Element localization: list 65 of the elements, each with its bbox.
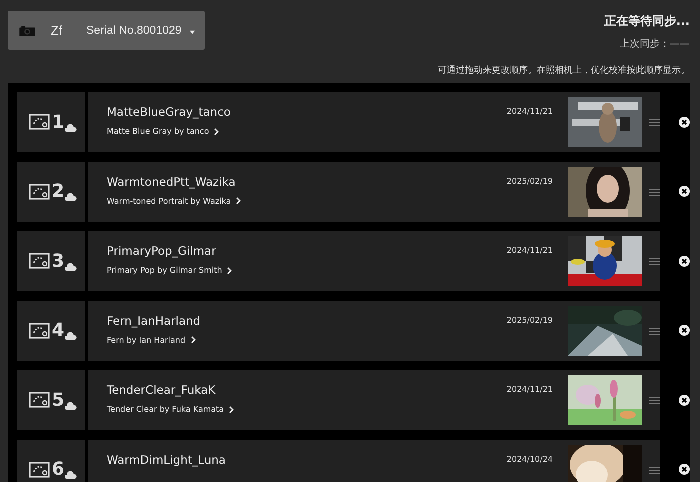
picture-control-icon — [29, 391, 51, 409]
preset-name: WarmtonedPtt_Wazika — [107, 174, 237, 188]
preset-source-link[interactable]: Primary Pop by Gilmar Smith — [107, 266, 222, 275]
cloud-icon — [64, 332, 77, 340]
preset-source-link[interactable]: Fern by Ian Harland — [107, 336, 186, 344]
chevron-icon[interactable] — [229, 406, 234, 414]
reorder-hint: 可通过拖动来更改顺序。在照相机上，优化校准按此顺序显示。 — [437, 64, 690, 77]
caret-icon — [190, 30, 195, 35]
preset-number: 6 — [52, 459, 65, 480]
delete-icon[interactable] — [679, 394, 690, 406]
sync-status: 正在等待同步... — [604, 13, 690, 30]
delete-icon[interactable] — [679, 116, 690, 128]
last-sync: 上次同步：—— — [620, 38, 690, 51]
preset-name: MatteBlueGray_tanco — [107, 105, 232, 119]
chevron-icon[interactable] — [214, 128, 220, 136]
preset-name: Fern_IanHarland — [107, 314, 202, 328]
preset-number: 4 — [52, 320, 65, 341]
cloud-icon — [64, 471, 77, 479]
delete-icon[interactable] — [679, 325, 690, 336]
picture-control-icon — [29, 252, 51, 270]
preset-name: WarmDimLight_Luna — [107, 452, 227, 466]
camera-model: Zf — [50, 23, 63, 38]
delete-icon[interactable] — [679, 186, 690, 197]
preset-card[interactable]: WarmtonedPtt_Wazika Warm-toned Portrait by Wazika 2025/02/19 — [88, 162, 660, 222]
delete-icon[interactable] — [679, 464, 690, 475]
picture-control-icon — [29, 322, 51, 340]
chevron-icon[interactable] — [236, 197, 242, 205]
preset-card[interactable]: TenderClear_FukaK Tender Clear by Fuka Kamata 2024/11/21 — [88, 370, 660, 430]
preset-name: PrimaryPop_Gilmar — [107, 244, 218, 258]
drag-handle-icon[interactable] — [649, 258, 660, 265]
cloud-icon — [64, 262, 77, 270]
drag-handle-icon[interactable] — [649, 397, 660, 404]
picture-control-icon — [29, 182, 51, 200]
preset-date: 2024/11/21 — [506, 246, 553, 255]
preset-number: 1 — [52, 112, 65, 132]
picture-control-icon — [29, 460, 51, 478]
chevron-icon[interactable] — [190, 336, 196, 344]
serial-number: Serial No.8001029 — [86, 24, 182, 36]
preset-card[interactable]: WarmDimLight_Luna 2024/10/24 — [88, 440, 660, 482]
preset-source-link[interactable]: Warm-toned Portrait by Wazika — [107, 196, 232, 206]
cloud-icon — [64, 402, 77, 410]
drag-handle-icon[interactable] — [649, 328, 660, 334]
chevron-icon[interactable] — [227, 266, 232, 274]
preset-date: 2024/10/24 — [506, 454, 553, 464]
preset-date: 2024/11/21 — [506, 385, 553, 394]
cloud-icon — [64, 193, 77, 201]
preset-card[interactable]: MatteBlueGray_tanco Matte Blue Gray by tanco 2024/11/21 — [88, 92, 660, 152]
preset-name: TenderClear_FukaK — [107, 383, 217, 397]
preset-number: 3 — [52, 250, 65, 272]
preset-date: 2024/11/21 — [506, 107, 553, 116]
drag-handle-icon[interactable] — [649, 466, 660, 474]
preset-number: 5 — [52, 390, 65, 410]
preset-card[interactable]: PrimaryPop_Gilmar Primary Pop by Gilmar Smith 2024/11/21 — [88, 231, 660, 291]
preset-date: 2025/02/19 — [506, 316, 553, 324]
picture-control-icon — [29, 113, 51, 131]
preset-date: 2025/02/19 — [506, 176, 553, 186]
preset-source-link[interactable]: Tender Clear by Fuka Kamata — [107, 405, 224, 414]
preset-card[interactable]: Fern_IanHarland Fern by Ian Harland 2025/02/19 — [88, 300, 660, 360]
camera-dropdown[interactable]: Zf Serial No.8001029 — [8, 11, 205, 50]
preset-number: 2 — [52, 181, 65, 202]
cloud-icon — [64, 124, 77, 132]
preset-source-link[interactable]: Matte Blue Gray by tanco — [107, 127, 210, 136]
drag-handle-icon[interactable] — [649, 188, 660, 196]
drag-handle-icon[interactable] — [649, 119, 660, 126]
delete-icon[interactable] — [679, 256, 690, 266]
